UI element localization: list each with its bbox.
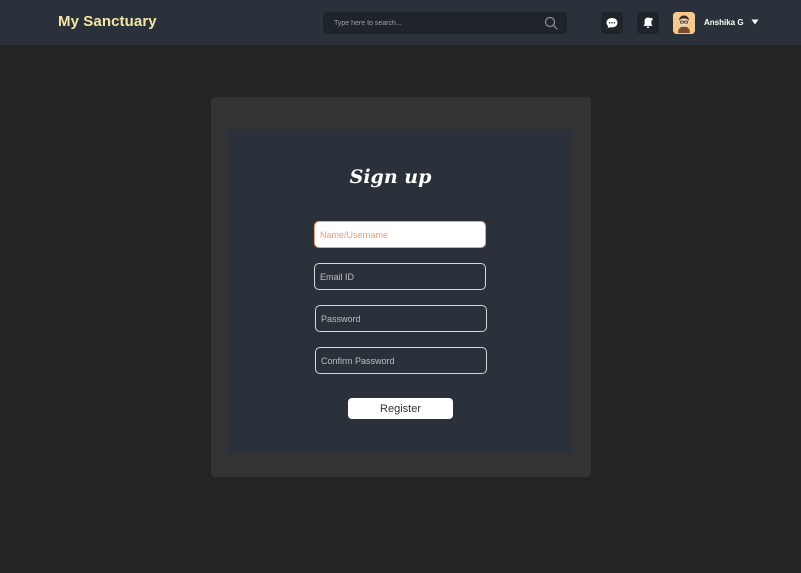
chat-button[interactable] (601, 12, 623, 34)
password-field[interactable] (315, 305, 487, 332)
email-field[interactable] (314, 263, 486, 290)
search-icon[interactable] (544, 16, 558, 30)
caret-down-icon[interactable] (751, 19, 759, 25)
bell-icon (643, 17, 653, 29)
top-navbar: My Sanctuary Type here to search... Ansh… (0, 0, 801, 45)
register-button[interactable]: Register (348, 398, 453, 419)
confirm-password-field[interactable] (315, 347, 487, 374)
notifications-button[interactable] (637, 12, 659, 34)
user-avatar[interactable] (673, 12, 695, 34)
signup-title: Sign up (349, 166, 432, 188)
search-input[interactable] (323, 12, 544, 34)
page: My Sanctuary Type here to search... Ansh… (0, 0, 801, 573)
chat-icon (606, 18, 618, 29)
search-bar[interactable] (323, 12, 567, 34)
name-username-field[interactable] (314, 221, 486, 248)
brand-logo[interactable]: My Sanctuary (58, 13, 157, 30)
avatar-icon (673, 12, 695, 34)
user-name[interactable]: Anshika G (704, 18, 744, 27)
